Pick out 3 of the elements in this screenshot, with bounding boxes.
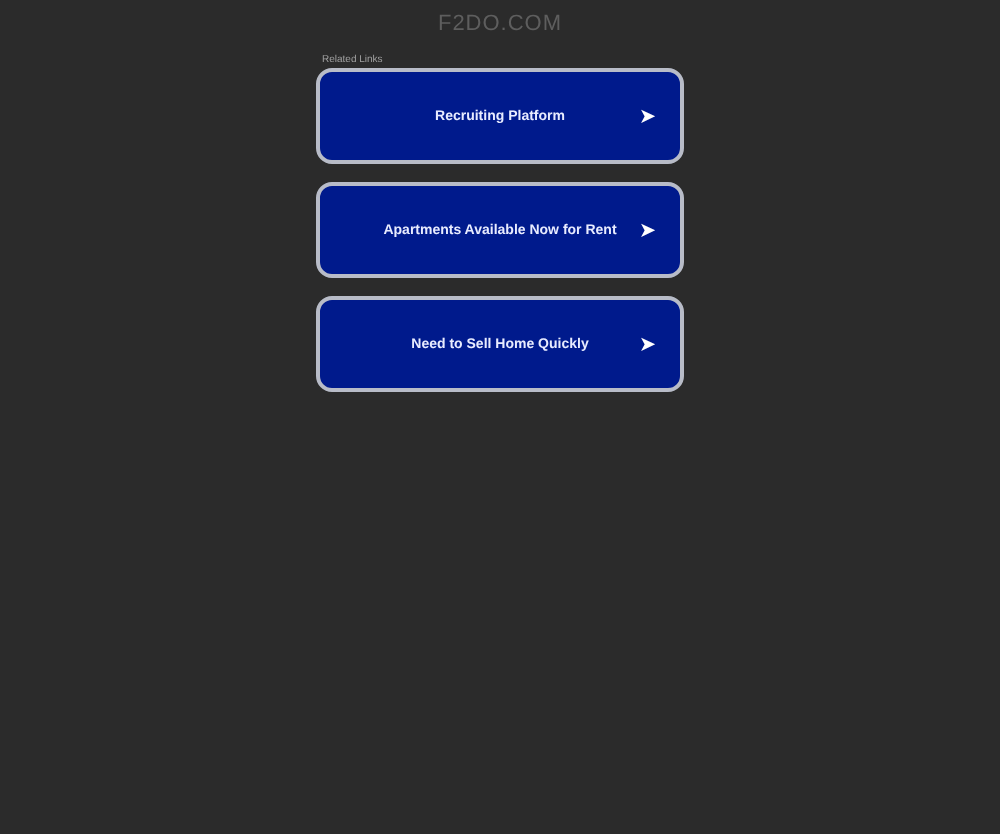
arrow-icon: ➤ (640, 220, 656, 240)
arrow-icon: ➤ (640, 106, 656, 126)
arrow-icon: ➤ (640, 334, 656, 354)
